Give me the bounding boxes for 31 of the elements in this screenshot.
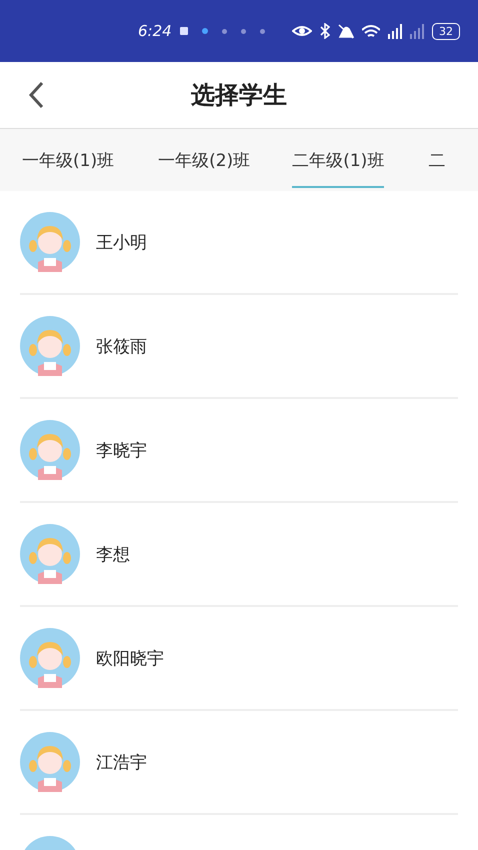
status-time: 6:24 bbox=[138, 22, 172, 40]
student-row[interactable]: 张筱雨 bbox=[20, 295, 458, 399]
notification-icon bbox=[240, 28, 246, 34]
notification-icon bbox=[222, 28, 227, 34]
class-tab[interactable]: 一年级(1)班 bbox=[22, 132, 114, 188]
student-name: 江浩宇 bbox=[96, 752, 147, 774]
back-icon[interactable] bbox=[28, 81, 44, 109]
student-name: 李晓宇 bbox=[96, 440, 147, 462]
student-row[interactable]: 王小明 bbox=[20, 191, 458, 295]
page-title: 选择学生 bbox=[190, 80, 288, 111]
class-tab[interactable]: 一年级(2)班 bbox=[158, 132, 250, 188]
signal-icon bbox=[388, 24, 402, 38]
class-tab[interactable]: 二年级(1)班 bbox=[292, 132, 384, 188]
signal-icon bbox=[410, 24, 424, 38]
student-name: 李想 bbox=[96, 544, 130, 566]
battery-level: 32 bbox=[432, 22, 460, 40]
notification-icon bbox=[202, 28, 208, 34]
student-name: 张筱雨 bbox=[96, 336, 147, 358]
notification-icon bbox=[180, 27, 188, 35]
wifi-icon bbox=[362, 24, 380, 38]
eye-icon bbox=[292, 24, 312, 38]
student-row[interactable]: 欧阳晓宇 bbox=[20, 607, 458, 711]
student-name: 欧阳晓宇 bbox=[96, 648, 164, 670]
student-row[interactable]: 江浩宇 bbox=[20, 711, 458, 815]
class-tab[interactable]: 二 bbox=[428, 132, 446, 188]
muted-bell-icon bbox=[338, 24, 354, 38]
student-row[interactable]: 李想 bbox=[20, 503, 458, 607]
student-name: 王小明 bbox=[96, 232, 147, 254]
notification-icon bbox=[260, 28, 265, 34]
bluetooth-icon bbox=[320, 23, 330, 39]
student-row[interactable]: 李晓宇 bbox=[20, 399, 458, 503]
